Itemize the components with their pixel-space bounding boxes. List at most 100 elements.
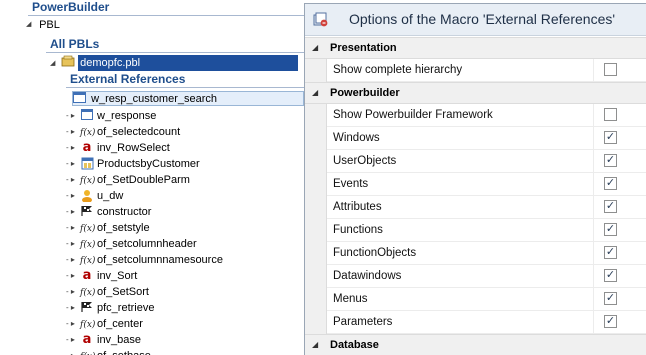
expand-arrow-icon[interactable]: - ▸ xyxy=(66,316,80,332)
function-icon: f(x) xyxy=(80,349,95,355)
expand-arrow-icon[interactable]: - ▸ xyxy=(66,108,80,124)
expand-icon[interactable]: ◢ xyxy=(50,56,58,72)
option-checkbox[interactable]: ✓ xyxy=(604,131,617,144)
pbl-file-label: demopfc.pbl xyxy=(78,55,299,72)
reference-item[interactable]: - ▸ a inv_RowSelect xyxy=(66,140,170,156)
column-divider xyxy=(593,242,594,265)
reference-item-label: of_SetDoubleParm xyxy=(97,174,190,186)
column-divider xyxy=(593,173,594,196)
expand-arrow-icon[interactable]: - ▸ xyxy=(66,140,80,156)
function-icon: f(x) xyxy=(80,320,96,331)
reference-item[interactable]: - ▸ f(x) of_selectedcount xyxy=(66,124,180,140)
expand-arrow-icon[interactable]: - ▸ xyxy=(66,252,80,268)
option-row: Parameters ✓ xyxy=(327,311,646,334)
reference-item[interactable]: - ▸ f(x) of_setcolumnheader xyxy=(66,236,197,252)
reference-item[interactable]: - ▸ f(x) of_center xyxy=(66,316,143,332)
option-checkbox[interactable] xyxy=(604,63,617,76)
event-icon xyxy=(80,205,94,219)
selected-window-node[interactable]: w_resp_customer_search xyxy=(72,91,304,106)
function-icon: f(x) xyxy=(80,288,96,299)
collapse-icon[interactable]: ◢ xyxy=(312,340,318,349)
pbl-label: PBL xyxy=(39,19,60,31)
option-checkbox[interactable]: ✓ xyxy=(604,200,617,213)
column-divider xyxy=(593,59,594,82)
reference-item-label: pfc_retrieve xyxy=(97,302,155,314)
expand-arrow-icon[interactable]: - ▸ xyxy=(66,332,80,348)
pbl-node[interactable]: ◢ PBL xyxy=(26,17,60,33)
option-row: Windows ✓ xyxy=(327,127,646,150)
userobject-icon: a xyxy=(82,268,92,284)
reference-item-label: constructor xyxy=(97,206,152,218)
option-row: Functions ✓ xyxy=(327,219,646,242)
option-label: Events xyxy=(333,178,369,190)
user-icon xyxy=(80,189,94,204)
selected-window-label: w_resp_customer_search xyxy=(91,93,218,106)
reference-item[interactable]: - ▸ w_response xyxy=(66,108,156,124)
userobject-icon: a xyxy=(82,140,92,156)
reference-item[interactable]: - ▸ u_dw xyxy=(66,188,123,204)
reference-item[interactable]: - ▸ pfc_retrieve xyxy=(66,300,154,316)
reference-item-label: of_SetSort xyxy=(97,286,149,298)
section-title: Presentation xyxy=(330,42,397,54)
reference-item[interactable]: - ▸ f(x) of_SetSort xyxy=(66,284,149,300)
external-references-header: External References xyxy=(70,72,186,86)
reference-item-label: ProductsbyCustomer xyxy=(97,158,200,170)
reference-item[interactable]: - ▸f(x)of_setbase xyxy=(66,348,151,355)
option-row: Datawindows ✓ xyxy=(327,265,646,288)
option-checkbox[interactable]: ✓ xyxy=(604,223,617,236)
pbl-file-node[interactable]: ◢ demopfc.pbl xyxy=(50,55,302,72)
expand-arrow-icon[interactable]: - ▸ xyxy=(66,124,80,140)
dialog-titlebar: Options of the Macro 'External Reference… xyxy=(305,4,646,36)
function-icon: f(x) xyxy=(80,224,96,235)
window-icon xyxy=(80,109,94,123)
section-title: Database xyxy=(330,339,379,351)
option-row: FunctionObjects ✓ xyxy=(327,242,646,265)
all-pbls-divider xyxy=(46,52,310,53)
option-checkbox[interactable]: ✓ xyxy=(604,315,617,328)
expand-arrow-icon[interactable]: - ▸ xyxy=(66,348,80,355)
section-header[interactable]: ◢ Presentation xyxy=(305,37,646,59)
expand-arrow-icon[interactable]: - ▸ xyxy=(66,300,80,316)
dialog-title: Options of the Macro 'External Reference… xyxy=(349,11,616,27)
expand-arrow-icon[interactable]: - ▸ xyxy=(66,188,80,204)
expand-arrow-icon[interactable]: - ▸ xyxy=(66,236,80,252)
option-label: Attributes xyxy=(333,201,382,213)
tree-header: PowerBuilder xyxy=(32,0,110,14)
reference-item[interactable]: - ▸ ProductsbyCustomer xyxy=(66,156,200,172)
expand-arrow-icon[interactable]: - ▸ xyxy=(66,284,80,300)
reference-item[interactable]: - ▸ f(x) of_setcolumnnamesource xyxy=(66,252,223,268)
expand-icon[interactable]: ◢ xyxy=(26,17,34,33)
option-row: Attributes ✓ xyxy=(327,196,646,219)
userobject-icon: a xyxy=(82,332,92,348)
option-label: Parameters xyxy=(333,316,393,328)
reference-item[interactable]: - ▸ f(x) of_SetDoubleParm xyxy=(66,172,190,188)
tree-panel: PowerBuilder ◢ PBL All PBLs ◢ demopfc.pb… xyxy=(0,0,310,355)
option-checkbox[interactable]: ✓ xyxy=(604,269,617,282)
reference-item-label: u_dw xyxy=(97,190,124,202)
option-checkbox[interactable]: ✓ xyxy=(604,177,617,190)
library-icon xyxy=(61,55,75,72)
reference-item[interactable]: - ▸ a inv_base xyxy=(66,332,141,348)
reference-item-label: of_center xyxy=(97,318,143,330)
section-header[interactable]: ◢ Powerbuilder xyxy=(305,82,646,104)
reference-item-label: inv_RowSelect xyxy=(97,142,170,154)
option-checkbox[interactable]: ✓ xyxy=(604,154,617,167)
collapse-icon[interactable]: ◢ xyxy=(312,43,318,52)
section-header[interactable]: ◢ Database xyxy=(305,334,646,355)
expand-arrow-icon[interactable]: - ▸ xyxy=(66,172,80,188)
event-icon xyxy=(80,301,94,315)
reference-item[interactable]: - ▸ f(x) of_setstyle xyxy=(66,220,150,236)
expand-arrow-icon[interactable]: - ▸ xyxy=(66,268,80,284)
collapse-icon[interactable]: ◢ xyxy=(312,88,318,97)
option-label: Datawindows xyxy=(333,270,402,282)
option-checkbox[interactable]: ✓ xyxy=(604,246,617,259)
reference-item[interactable]: - ▸ a inv_Sort xyxy=(66,268,137,284)
expand-arrow-icon[interactable]: - ▸ xyxy=(66,156,80,172)
expand-arrow-icon[interactable]: - ▸ xyxy=(66,204,80,220)
column-divider xyxy=(593,150,594,173)
option-checkbox[interactable] xyxy=(604,108,617,121)
expand-arrow-icon[interactable]: - ▸ xyxy=(66,220,80,236)
option-checkbox[interactable]: ✓ xyxy=(604,292,617,305)
reference-item[interactable]: - ▸ constructor xyxy=(66,204,151,220)
reference-item-label: of_selectedcount xyxy=(97,126,181,138)
